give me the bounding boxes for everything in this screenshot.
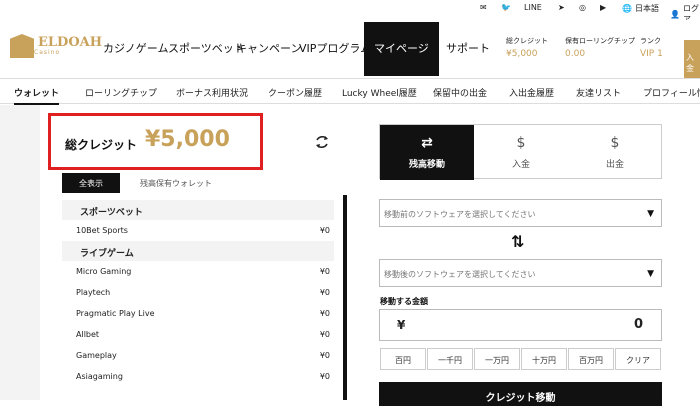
deposit-icon: $ <box>516 135 526 151</box>
nav-my-page[interactable]: マイページ <box>364 22 439 76</box>
top-utility-bar: ✉ 🐦 LINE ➤ ◎ ▶ 🌐日本語 👤ログア <box>0 0 700 24</box>
amount-label: 移動する金額 <box>380 297 428 306</box>
tab-balance-transfer[interactable]: ⇄ 残高移動 <box>380 125 474 180</box>
amount-value: 0 <box>633 317 643 332</box>
subnav-lucky-wheel-history[interactable]: Lucky Wheel履歴 <box>342 86 417 99</box>
total-credit-highlight: 総クレジット ¥5,000 <box>48 113 263 170</box>
list-item: Pragmatic Play Live ¥0 <box>76 309 330 318</box>
chevron-down-icon: ▼ <box>647 209 654 219</box>
nav-sports-bet[interactable]: スポーツベット <box>168 40 245 56</box>
total-credit-label: 総クレジット <box>65 138 138 152</box>
deposit-button[interactable]: 入金 <box>684 40 700 78</box>
clear-button[interactable]: クリア <box>615 348 661 370</box>
brand-sub: Casino <box>34 48 61 56</box>
tab-show-all[interactable]: 全表示 <box>62 173 120 193</box>
list-item: Gameplay ¥0 <box>76 351 330 360</box>
main-header: ELDOAH Casino カジノゲーム スポーツベット キャンペーン VIPプ… <box>0 20 700 78</box>
quick-amount-1000[interactable]: 一千円 <box>427 348 473 370</box>
subnav-friend-list[interactable]: 友達リスト <box>576 86 621 99</box>
quick-amount-100[interactable]: 百円 <box>380 348 426 370</box>
globe-icon: 🌐 <box>622 4 632 13</box>
to-software-select[interactable]: 移動後のソフトウェアを選択してください ▼ <box>379 259 662 287</box>
quick-amount-1000000[interactable]: 百万円 <box>568 348 614 370</box>
nav-casino-games[interactable]: カジノゲーム <box>103 40 168 56</box>
transfer-tabs: ⇄ 残高移動 $ 入金 $ 出金 <box>379 124 662 180</box>
language-selector[interactable]: 🌐 日本語 <box>622 3 659 14</box>
quick-amount-10000[interactable]: 一万円 <box>474 348 520 370</box>
wallet-list: スポーツベット 10Bet Sports ¥0 ライブゲーム Micro Gam… <box>62 200 334 387</box>
list-item: Micro Gaming ¥0 <box>76 267 330 276</box>
subnav-wallet[interactable]: ウォレット <box>14 86 60 105</box>
subnav-bonus-usage[interactable]: ボーナス利用状況 <box>176 86 248 99</box>
category-sports: スポーツベット <box>62 200 334 220</box>
tab-held-wallets[interactable]: 残高保有ウォレット <box>132 173 220 193</box>
wallet-list-scrollbar[interactable] <box>343 195 347 400</box>
subnav-transaction-history[interactable]: 入出金履歴 <box>509 86 554 99</box>
header-chip-stat: 保有ローリングチップ 0.00 <box>565 37 635 59</box>
line-link[interactable]: LINE <box>524 3 542 12</box>
tab-withdraw[interactable]: $ 出金 <box>568 125 662 180</box>
list-item: 10Bet Sports ¥0 <box>76 226 330 235</box>
left-gutter <box>0 105 40 400</box>
category-live: ライブゲーム <box>62 241 334 261</box>
amount-input[interactable]: ¥ 0 <box>379 309 662 341</box>
list-item: Asiagaming ¥0 <box>76 372 330 381</box>
subnav-pending-withdrawal[interactable]: 保留中の出金 <box>433 86 487 99</box>
twitter-icon[interactable]: 🐦 <box>501 3 511 12</box>
header-rank-stat: ランク VIP 1 <box>640 37 663 59</box>
telegram-icon[interactable]: ➤ <box>558 3 565 12</box>
credit-transfer-button[interactable]: クレジット移動 <box>379 382 662 406</box>
instagram-icon[interactable]: ◎ <box>579 3 586 12</box>
currency-symbol: ¥ <box>397 318 406 332</box>
chevron-down-icon: ▼ <box>647 269 654 279</box>
refresh-icon[interactable] <box>313 133 331 151</box>
nav-campaign[interactable]: キャンペーン <box>236 40 301 56</box>
mail-icon[interactable]: ✉ <box>480 3 487 12</box>
withdraw-icon: $ <box>610 135 620 151</box>
total-credit-value: ¥5,000 <box>145 127 230 152</box>
mypage-subnav: ウォレット ローリングチップ ボーナス利用状況 クーポン履歴 Lucky Whe… <box>0 78 700 105</box>
youtube-icon[interactable]: ▶ <box>600 3 606 12</box>
subnav-profile[interactable]: プロフィール情 <box>643 86 700 99</box>
list-item: Allbet ¥0 <box>76 330 330 339</box>
castle-icon <box>10 34 34 58</box>
nav-vip-program[interactable]: VIPプログラム <box>299 40 371 56</box>
swap-direction-icon[interactable]: ⇅ <box>511 232 524 251</box>
swap-arrows-icon: ⇄ <box>421 135 433 151</box>
list-item: Playtech ¥0 <box>76 288 330 297</box>
user-icon: 👤 <box>670 9 680 19</box>
subnav-coupon-history[interactable]: クーポン履歴 <box>268 86 322 99</box>
brand-logo[interactable]: ELDOAH Casino <box>10 34 102 58</box>
header-credit-stat: 総クレジット ¥5,000 <box>506 37 548 59</box>
subnav-rolling-chip[interactable]: ローリングチップ <box>85 86 157 99</box>
from-software-select[interactable]: 移動前のソフトウェアを選択してください ▼ <box>379 199 662 227</box>
tab-deposit[interactable]: $ 入金 <box>474 125 568 180</box>
brand-name: ELDOAH <box>38 34 103 50</box>
nav-support[interactable]: サポート <box>446 40 490 56</box>
quick-amount-100000[interactable]: 十万円 <box>521 348 567 370</box>
